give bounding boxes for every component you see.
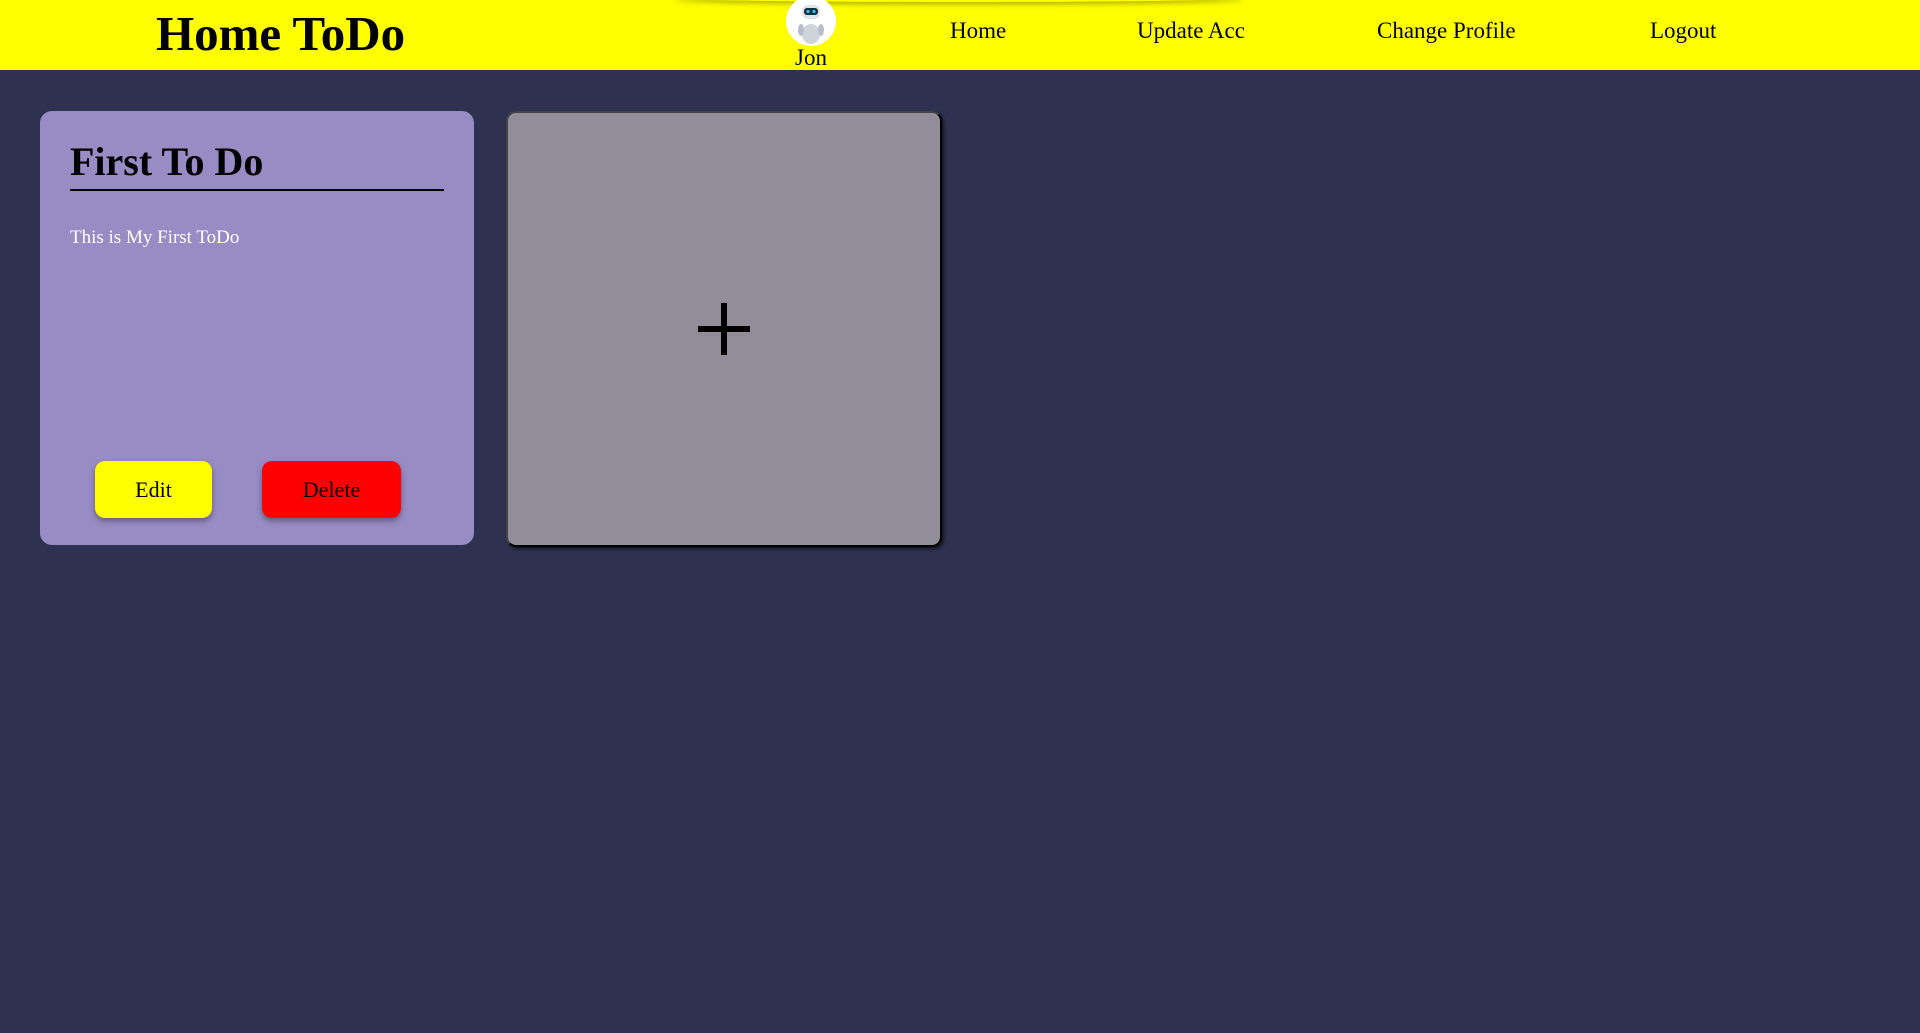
avatar[interactable] [786,0,836,46]
robot-avatar-icon [786,0,836,46]
profile-shadow [675,0,1243,2]
profile[interactable]: Jon [768,0,854,70]
navbar: Home ToDo Jon Home Update Acc Change Pro… [0,0,1920,70]
edit-button[interactable]: Edit [95,461,212,518]
add-todo-card[interactable] [506,111,942,547]
nav-link-home[interactable]: Home [950,16,1006,46]
todo-card: First To Do This is My First ToDo Edit D… [40,111,474,545]
nav-link-logout[interactable]: Logout [1650,16,1716,46]
user-name: Jon [795,45,827,70]
todo-description: This is My First ToDo [70,227,240,248]
delete-button[interactable]: Delete [262,461,401,518]
todo-title: First To Do [70,139,444,191]
plus-icon [698,303,750,355]
brand-title: Home ToDo [156,6,406,61]
nav-link-change-profile[interactable]: Change Profile [1377,16,1516,46]
nav-link-update-acc[interactable]: Update Acc [1137,16,1245,46]
